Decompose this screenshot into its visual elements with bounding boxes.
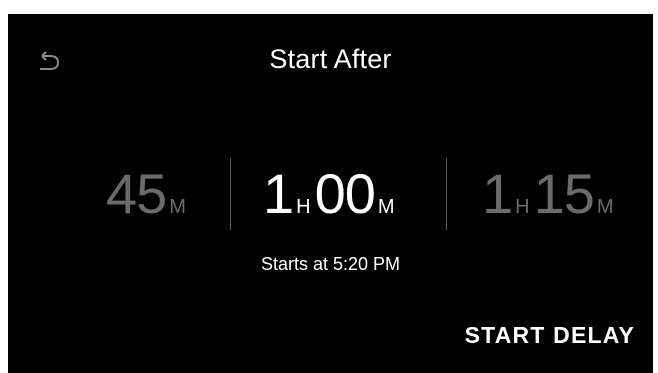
picker-option-selected[interactable]: 1 H 00 M xyxy=(263,154,399,234)
picker-option-next[interactable]: 1 H 15 M xyxy=(482,154,618,234)
option-minutes-unit: M xyxy=(596,196,614,218)
start-time-info: Starts at 5:20 PM xyxy=(260,254,401,274)
option-minutes-unit: M xyxy=(169,196,186,218)
picker-divider-left xyxy=(230,158,231,230)
start-delay-button[interactable]: START DELAY xyxy=(465,322,635,349)
picker-divider-right xyxy=(446,158,447,230)
picker-option-prev[interactable]: 45 M xyxy=(106,154,190,234)
delay-start-screen: Start After 45 M 1 H 00 M 1 H 15 M Start… xyxy=(8,14,653,373)
option-hours-unit: H xyxy=(515,196,530,218)
option-hours-value: 1 xyxy=(263,162,294,225)
delay-time-picker[interactable]: 45 M 1 H 00 M 1 H 15 M xyxy=(8,154,653,234)
option-hours-value: 1 xyxy=(482,162,513,225)
option-minutes-value: 00 xyxy=(314,162,376,225)
option-minutes-unit: M xyxy=(377,196,395,218)
option-minutes-value: 15 xyxy=(533,162,595,225)
option-hours-unit: H xyxy=(296,196,311,218)
option-minutes-value: 45 xyxy=(106,162,167,225)
page-title: Start After xyxy=(269,44,392,74)
